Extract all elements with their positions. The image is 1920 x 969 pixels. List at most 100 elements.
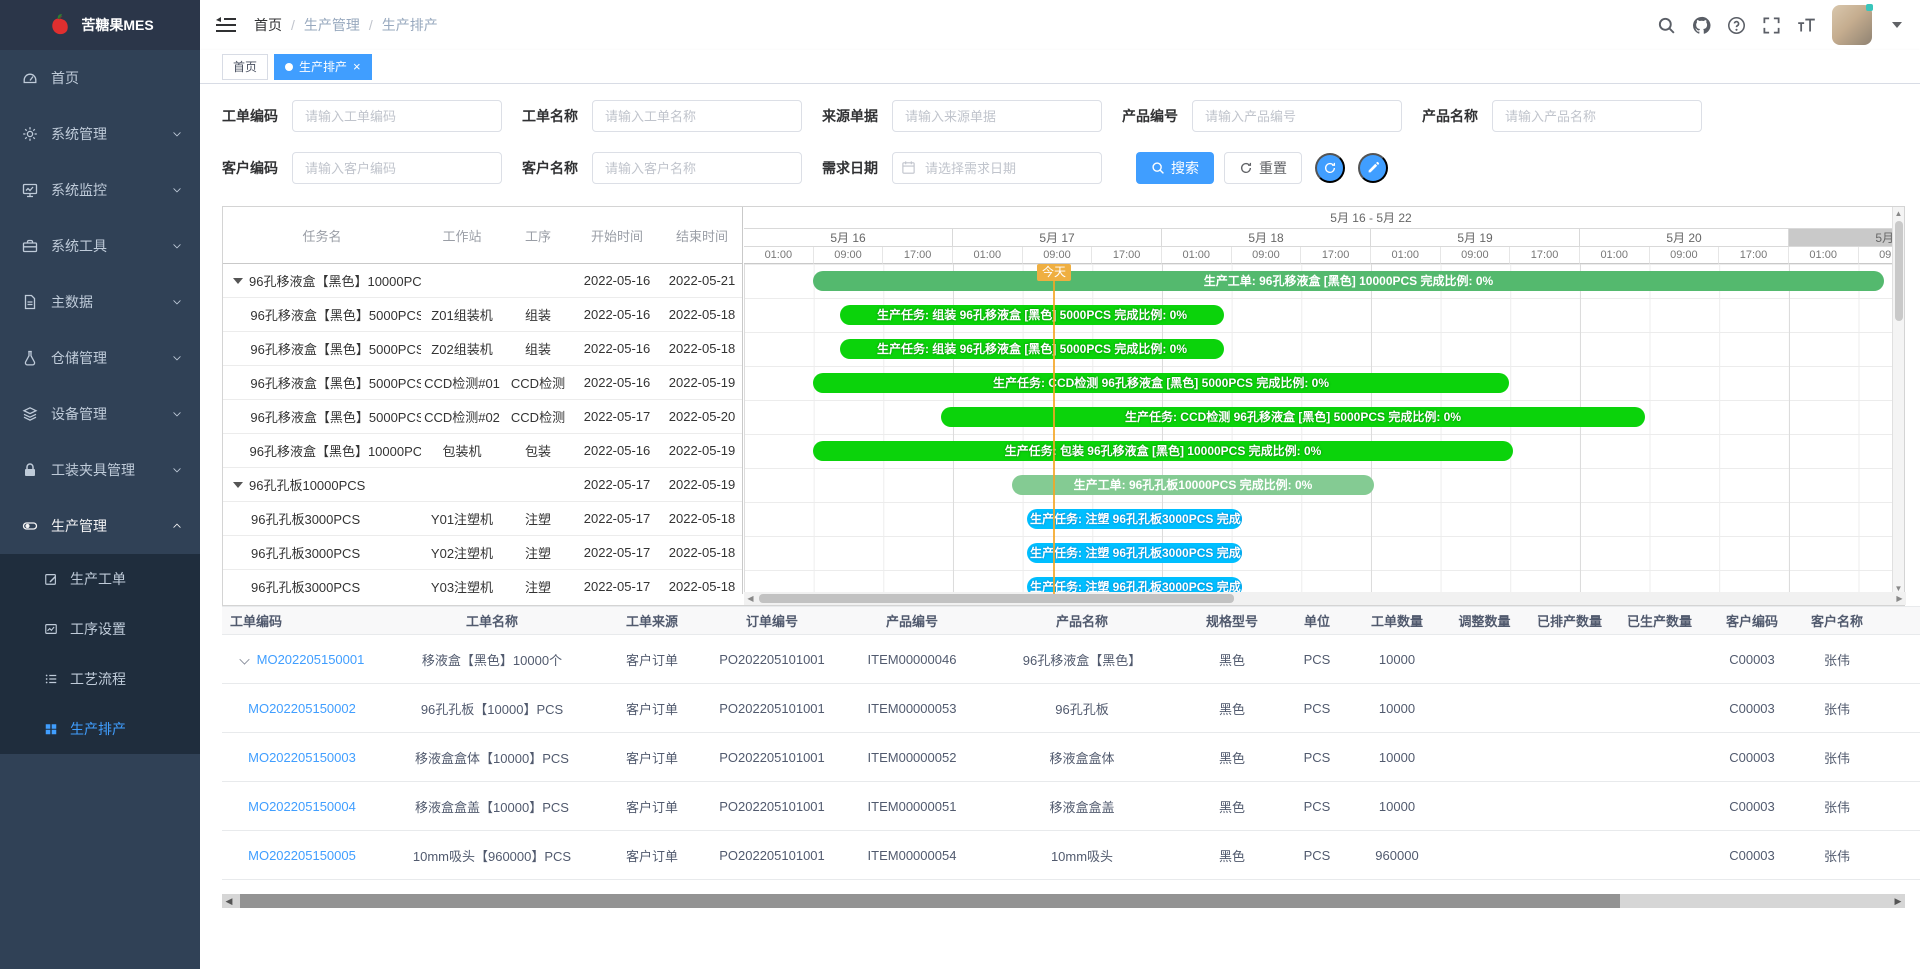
user-menu-caret-icon[interactable] (1892, 22, 1902, 28)
filter-field: 产品编号 (1122, 100, 1402, 132)
cell-source: 客户订单 (602, 797, 702, 816)
gantt-hscroll-track[interactable] (757, 592, 1893, 605)
sidebar-item-7[interactable]: 工装夹具管理 (0, 442, 200, 498)
topbar: 首页/生产管理/生产排产 (200, 0, 1920, 50)
table-row[interactable]: MO20220515000296孔孔板【10000】PCS客户订单PO20220… (222, 684, 1920, 733)
text-input[interactable] (592, 152, 802, 184)
sidebar-fold-icon[interactable] (216, 17, 236, 33)
gantt-chart-body: 生产工单: 96孔移液盒 [黑色] 10000PCS 完成比例: 0% 生产任务:… (744, 264, 1894, 594)
scroll-left-icon[interactable]: ◀ (744, 594, 757, 603)
table-row[interactable]: MO202205150001移液盒【黑色】10000个客户订单PO2022051… (222, 635, 1920, 684)
sidebar-item-0[interactable]: 首页 (0, 50, 200, 106)
user-avatar[interactable] (1832, 5, 1872, 45)
cell-demand: 202 (1877, 652, 1920, 667)
gantt-task-row[interactable]: 96孔移液盒【黑色】10000PCS2022-05-162022-05-21 (223, 264, 742, 298)
gantt-bar[interactable]: 生产任务: 注塑 96孔孔板3000PCS 完成比例: 0% (1027, 543, 1242, 563)
cell-customer_name: 张伟 (1797, 846, 1877, 865)
gantt-bar[interactable]: 生产工单: 96孔移液盒 [黑色] 10000PCS 完成比例: 0% (813, 271, 1884, 291)
search-button[interactable]: 搜索 (1136, 152, 1214, 184)
workorder-link[interactable]: MO202205150004 (248, 799, 356, 814)
gantt-bar[interactable]: 生产任务: 包装 96孔移液盒 [黑色] 10000PCS 完成比例: 0% (813, 441, 1513, 461)
edit-circle-button[interactable] (1358, 153, 1388, 183)
workorder-link[interactable]: MO202205150002 (248, 701, 356, 716)
reset-button[interactable]: 重置 (1224, 152, 1302, 184)
workorder-link[interactable]: MO202205150003 (248, 750, 356, 765)
gantt-horizontal-scrollbar[interactable]: ◀ ▶ (744, 592, 1906, 605)
scroll-right-icon[interactable]: ▶ (1891, 894, 1905, 908)
sidebar-item-5[interactable]: 仓储管理 (0, 330, 200, 386)
gantt-bar[interactable]: 生产工单: 96孔孔板10000PCS 完成比例: 0% (1012, 475, 1374, 495)
scroll-up-icon[interactable]: ▲ (1893, 207, 1904, 219)
vertical-scroll-thumb[interactable] (1895, 221, 1903, 321)
help-icon[interactable] (1727, 16, 1746, 35)
sidebar-item-label: 设备管理 (51, 404, 107, 424)
gantt-bar[interactable]: 生产任务: CCD检测 96孔移液盒 [黑色] 5000PCS 完成比例: 0% (813, 373, 1509, 393)
sidebar-subitem-0[interactable]: 生产工单 (0, 554, 200, 604)
breadcrumb-item[interactable]: 首页 (254, 15, 282, 35)
task-start-cell: 2022-05-17 (573, 511, 661, 526)
cell-code: MO202205150004 (222, 799, 382, 814)
sidebar-menu: 首页系统管理系统监控系统工具主数据仓储管理设备管理工装夹具管理生产管理生产工单工… (0, 50, 200, 754)
text-input[interactable] (1492, 100, 1702, 132)
gantt-task-row[interactable]: 96孔移液盒【黑色】5000PCSCCD检测#02CCD检测2022-05-17… (223, 400, 742, 434)
gantt-task-row[interactable]: 96孔孔板3000PCSY03注塑机注塑2022-05-172022-05-18 (223, 570, 742, 594)
workorder-link[interactable]: MO202205150001 (257, 652, 365, 667)
breadcrumb-item: 生产管理 (304, 15, 360, 35)
text-input[interactable] (292, 100, 502, 132)
text-input[interactable] (1192, 100, 1402, 132)
filter-field: 需求日期 (822, 152, 1102, 184)
cell-customer_name: 张伟 (1797, 797, 1877, 816)
sidebar-item-8[interactable]: 生产管理 (0, 498, 200, 554)
workorder-link[interactable]: MO202205150005 (248, 848, 356, 863)
gantt-task-row[interactable]: 96孔孔板3000PCSY02注塑机注塑2022-05-172022-05-18 (223, 536, 742, 570)
gantt-task-row[interactable]: 96孔移液盒【黑色】10000PCS包装机包装2022-05-162022-05… (223, 434, 742, 468)
task-caret-icon[interactable] (233, 482, 243, 488)
tab-1[interactable]: 生产排产× (274, 54, 372, 80)
tab-close-icon[interactable]: × (353, 60, 361, 73)
sidebar-item-4[interactable]: 主数据 (0, 274, 200, 330)
cell-demand: 202 (1877, 750, 1920, 765)
gantt-task-row[interactable]: 96孔孔板10000PCS2022-05-172022-05-19 (223, 468, 742, 502)
sidebar-item-2[interactable]: 系统监控 (0, 162, 200, 218)
scroll-right-icon[interactable]: ▶ (1893, 594, 1906, 603)
font-size-icon[interactable] (1797, 16, 1816, 35)
sidebar-subitem-3[interactable]: 生产排产 (0, 704, 200, 754)
sidebar-item-1[interactable]: 系统管理 (0, 106, 200, 162)
cell-spec: 黑色 (1182, 797, 1282, 816)
task-caret-icon[interactable] (233, 278, 243, 284)
scroll-left-icon[interactable]: ◀ (222, 894, 236, 908)
page-horizontal-scrollbar[interactable]: ◀ ▶ (222, 894, 1905, 908)
fullscreen-icon[interactable] (1762, 16, 1781, 35)
gantt-bar[interactable]: 生产任务: CCD检测 96孔移液盒 [黑色] 5000PCS 完成比例: 0% (941, 407, 1645, 427)
task-workstation-cell: Y02注塑机 (421, 543, 503, 562)
sidebar-item-6[interactable]: 设备管理 (0, 386, 200, 442)
table-row[interactable]: MO202205150004移液盒盒盖【10000】PCS客户订单PO20220… (222, 782, 1920, 831)
filter-input-wrap (892, 100, 1102, 132)
gantt-bar[interactable]: 生产任务: 组装 96孔移液盒 [黑色] 5000PCS 完成比例: 0% (840, 305, 1224, 325)
search-icon[interactable] (1657, 16, 1676, 35)
text-input[interactable] (592, 100, 802, 132)
sidebar-subitem-1[interactable]: 工序设置 (0, 604, 200, 654)
tab-0[interactable]: 首页 (222, 54, 268, 80)
table-row[interactable]: MO20220515000510mm吸头【960000】PCS客户订单PO202… (222, 831, 1920, 880)
text-input[interactable] (292, 152, 502, 184)
date-input[interactable] (892, 152, 1102, 184)
sidebar-item-3[interactable]: 系统工具 (0, 218, 200, 274)
gantt-bar[interactable]: 生产任务: 组装 96孔移液盒 [黑色] 5000PCS 完成比例: 0% (840, 339, 1224, 359)
text-input[interactable] (892, 100, 1102, 132)
github-icon[interactable] (1692, 16, 1711, 35)
page-hscroll-thumb[interactable] (240, 894, 1620, 908)
gantt-vertical-scrollbar[interactable]: ▲ ▼ (1892, 207, 1904, 594)
gantt-task-row[interactable]: 96孔移液盒【黑色】5000PCSZ02组装机组装2022-05-162022-… (223, 332, 742, 366)
refresh-circle-button[interactable] (1315, 153, 1345, 183)
tabs-bar: 首页生产排产× (200, 50, 1920, 84)
row-expand-icon[interactable] (239, 654, 249, 664)
sidebar-subitem-2[interactable]: 工艺流程 (0, 654, 200, 704)
gantt-hscroll-thumb[interactable] (759, 594, 1234, 603)
gantt-task-row[interactable]: 96孔移液盒【黑色】5000PCSZ01组装机组装2022-05-162022-… (223, 298, 742, 332)
task-name-label: 96孔移液盒【黑色】5000PCS (250, 373, 421, 392)
gantt-bar[interactable]: 生产任务: 注塑 96孔孔板3000PCS 完成比例: 0% (1027, 509, 1242, 529)
gantt-task-row[interactable]: 96孔孔板3000PCSY01注塑机注塑2022-05-172022-05-18 (223, 502, 742, 536)
table-row[interactable]: MO202205150003移液盒盒体【10000】PCS客户订单PO20220… (222, 733, 1920, 782)
gantt-task-row[interactable]: 96孔移液盒【黑色】5000PCSCCD检测#01CCD检测2022-05-16… (223, 366, 742, 400)
